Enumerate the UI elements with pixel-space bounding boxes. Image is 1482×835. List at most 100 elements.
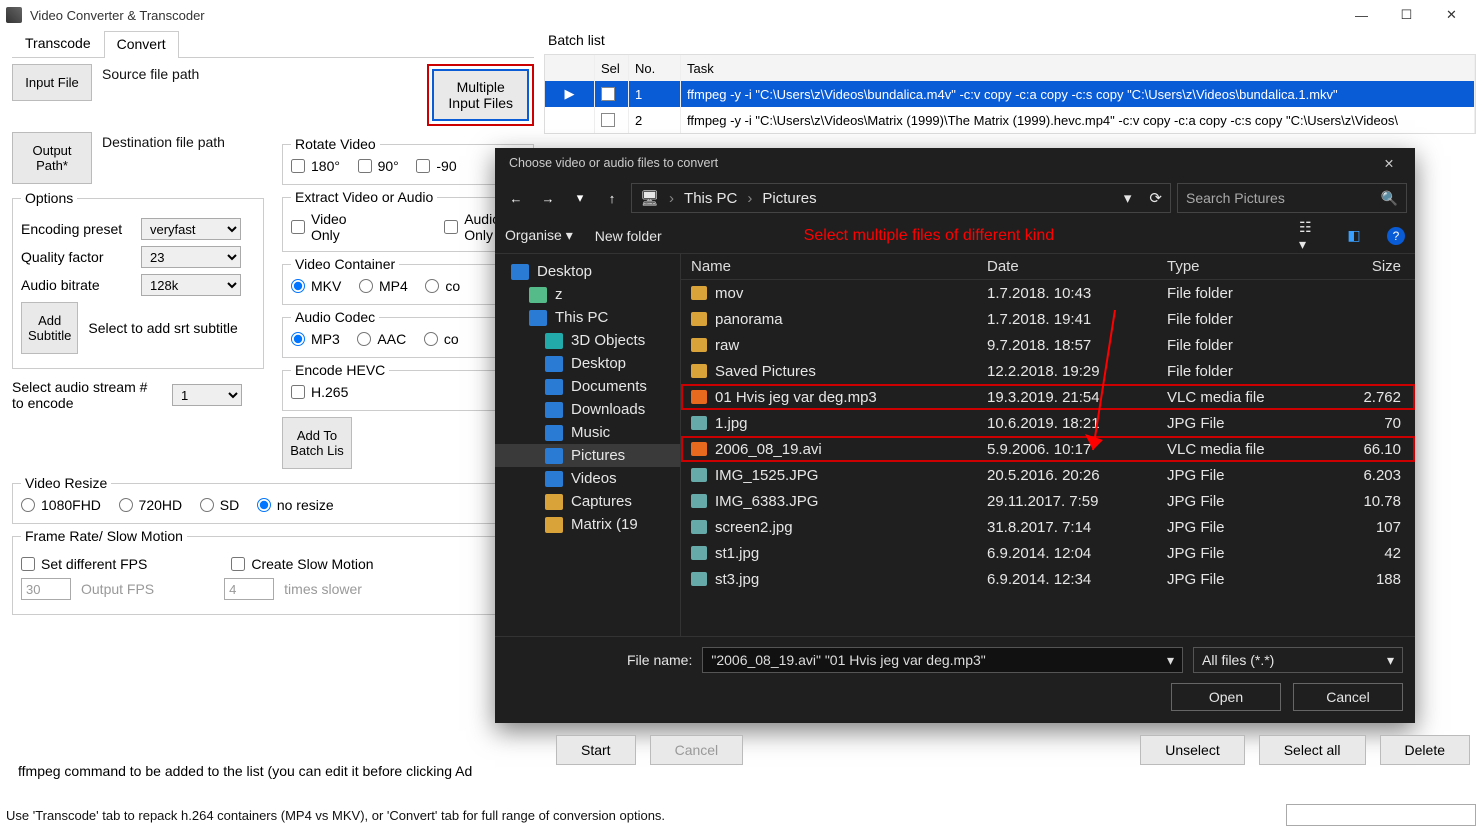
file-row[interactable]: mov1.7.2018. 10:43File folder bbox=[681, 280, 1415, 306]
breadcrumb-leaf[interactable]: Pictures bbox=[762, 190, 816, 207]
video-only-checkbox[interactable]: Video Only bbox=[291, 211, 347, 243]
tree-item[interactable]: Desktop bbox=[495, 260, 680, 283]
create-slow-checkbox[interactable]: Create Slow Motion bbox=[231, 556, 373, 572]
batch-row[interactable]: ▶1ffmpeg -y -i "C:\Users\z\Videos\bundal… bbox=[545, 81, 1475, 107]
resize-720-radio[interactable]: 720HD bbox=[119, 497, 183, 513]
col-task[interactable]: Task bbox=[681, 55, 1475, 81]
file-row[interactable]: raw9.7.2018. 18:57File folder bbox=[681, 332, 1415, 358]
batch-row[interactable]: 2ffmpeg -y -i "C:\Users\z\Videos\Matrix … bbox=[545, 107, 1475, 133]
delete-button[interactable]: Delete bbox=[1380, 735, 1470, 765]
mp3-radio[interactable]: MP3 bbox=[291, 331, 340, 347]
tree-item[interactable]: Matrix (19 bbox=[495, 513, 680, 536]
view-mode-button[interactable]: ☷ ▾ bbox=[1299, 225, 1321, 247]
status-text: Use 'Transcode' tab to repack h.264 cont… bbox=[6, 808, 665, 823]
file-icon bbox=[691, 312, 707, 326]
search-input[interactable]: Search Pictures 🔍 bbox=[1177, 183, 1407, 213]
tab-transcode[interactable]: Transcode bbox=[12, 30, 104, 57]
col-size[interactable]: Size bbox=[1327, 258, 1405, 275]
co-radio[interactable]: co bbox=[425, 278, 460, 294]
file-type-filter[interactable]: All files (*.*)▾ bbox=[1193, 647, 1403, 673]
preview-pane-button[interactable]: ◧ bbox=[1343, 225, 1365, 247]
unselect-button[interactable]: Unselect bbox=[1140, 735, 1244, 765]
add-subtitle-button[interactable]: AddSubtitle bbox=[21, 302, 78, 354]
tree-item[interactable]: Documents bbox=[495, 375, 680, 398]
row-checkbox[interactable] bbox=[601, 113, 615, 127]
mkv-radio[interactable]: MKV bbox=[291, 278, 341, 294]
col-sel[interactable]: Sel bbox=[595, 55, 629, 81]
co2-radio[interactable]: co bbox=[424, 331, 459, 347]
audio-stream-select[interactable]: 1 bbox=[172, 384, 242, 406]
file-row[interactable]: 2006_08_19.avi5.9.2006. 10:17VLC media f… bbox=[681, 436, 1415, 462]
nav-up-button[interactable]: ↑ bbox=[599, 185, 625, 211]
audio-only-checkbox[interactable]: Audio Only bbox=[444, 211, 500, 243]
tree-item[interactable]: Music bbox=[495, 421, 680, 444]
organise-menu[interactable]: Organise ▾ bbox=[505, 227, 573, 244]
file-row[interactable]: 1.jpg10.6.2019. 18:21JPG File70 bbox=[681, 410, 1415, 436]
set-fps-checkbox[interactable]: Set different FPS bbox=[21, 556, 147, 572]
breadcrumb-dropdown-icon[interactable]: ▾ bbox=[1124, 189, 1132, 207]
file-row[interactable]: st3.jpg6.9.2014. 12:34JPG File188 bbox=[681, 566, 1415, 592]
new-folder-button[interactable]: New folder bbox=[595, 228, 662, 244]
file-row[interactable]: IMG_6383.JPG29.11.2017. 7:59JPG File10.7… bbox=[681, 488, 1415, 514]
breadcrumb[interactable]: 🖥 › This PC › Pictures ▾ ⟳ bbox=[631, 183, 1171, 213]
window-title: Video Converter & Transcoder bbox=[30, 8, 1339, 23]
file-name-input[interactable]: "2006_08_19.avi" "01 Hvis jeg var deg.mp… bbox=[702, 647, 1183, 673]
multiple-input-files-button[interactable]: Multiple Input Files bbox=[432, 69, 529, 121]
add-to-batch-button[interactable]: Add ToBatch Lis bbox=[282, 417, 352, 469]
tree-item[interactable]: z bbox=[495, 283, 680, 306]
tree-item[interactable]: Desktop bbox=[495, 352, 680, 375]
tree-item[interactable]: Pictures bbox=[495, 444, 680, 467]
rotate-n90-checkbox[interactable]: -90 bbox=[416, 158, 456, 174]
tree-item[interactable]: This PC bbox=[495, 306, 680, 329]
dialog-close-button[interactable]: ✕ bbox=[1369, 156, 1409, 171]
select-all-button[interactable]: Select all bbox=[1259, 735, 1366, 765]
minimize-button[interactable]: — bbox=[1339, 0, 1384, 30]
cancel-button[interactable]: Cancel bbox=[1293, 683, 1403, 711]
file-row[interactable]: panorama1.7.2018. 19:41File folder bbox=[681, 306, 1415, 332]
file-row[interactable]: Saved Pictures12.2.2018. 19:29File folde… bbox=[681, 358, 1415, 384]
cancel-batch-button[interactable]: Cancel bbox=[650, 735, 744, 765]
file-row[interactable]: screen2.jpg31.8.2017. 7:14JPG File107 bbox=[681, 514, 1415, 540]
resize-none-radio[interactable]: no resize bbox=[257, 497, 334, 513]
row-checkbox[interactable] bbox=[601, 87, 615, 101]
slow-input[interactable] bbox=[224, 578, 274, 600]
tab-convert[interactable]: Convert bbox=[104, 31, 179, 58]
tree-item[interactable]: Videos bbox=[495, 467, 680, 490]
aac-radio[interactable]: AAC bbox=[357, 331, 406, 347]
audio-bitrate-select[interactable]: 128k bbox=[141, 274, 241, 296]
nav-forward-button[interactable]: → bbox=[535, 185, 561, 211]
quality-factor-select[interactable]: 23 bbox=[141, 246, 241, 268]
input-file-button[interactable]: Input File bbox=[12, 64, 92, 101]
output-path-button[interactable]: Output Path* bbox=[12, 132, 92, 184]
folder-icon bbox=[545, 379, 563, 395]
file-row[interactable]: st1.jpg6.9.2014. 12:04JPG File42 bbox=[681, 540, 1415, 566]
resize-1080-radio[interactable]: 1080FHD bbox=[21, 497, 101, 513]
tree-item[interactable]: 3D Objects bbox=[495, 329, 680, 352]
rotate-180-checkbox[interactable]: 180° bbox=[291, 158, 340, 174]
mp4-radio[interactable]: MP4 bbox=[359, 278, 408, 294]
maximize-button[interactable]: ☐ bbox=[1384, 0, 1429, 30]
folder-tree[interactable]: DesktopzThis PC3D ObjectsDesktopDocument… bbox=[495, 254, 681, 636]
col-date[interactable]: Date bbox=[987, 258, 1167, 275]
refresh-icon[interactable]: ⟳ bbox=[1149, 189, 1162, 207]
file-row[interactable]: IMG_1525.JPG20.5.2016. 20:26JPG File6.20… bbox=[681, 462, 1415, 488]
col-no[interactable]: No. bbox=[629, 55, 681, 81]
h265-checkbox[interactable]: H.265 bbox=[291, 384, 348, 400]
col-type[interactable]: Type bbox=[1167, 258, 1327, 275]
status-input[interactable] bbox=[1286, 804, 1476, 826]
resize-sd-radio[interactable]: SD bbox=[200, 497, 239, 513]
tree-item[interactable]: Captures bbox=[495, 490, 680, 513]
encoding-preset-select[interactable]: veryfast bbox=[141, 218, 241, 240]
fps-input[interactable] bbox=[21, 578, 71, 600]
start-button[interactable]: Start bbox=[556, 735, 636, 765]
nav-back-button[interactable]: ← bbox=[503, 185, 529, 211]
breadcrumb-root[interactable]: This PC bbox=[684, 190, 737, 207]
help-icon[interactable]: ? bbox=[1387, 227, 1405, 245]
close-button[interactable]: ✕ bbox=[1429, 0, 1474, 30]
nav-recent-button[interactable]: ▾ bbox=[567, 185, 593, 211]
file-row[interactable]: 01 Hvis jeg var deg.mp319.3.2019. 21:54V… bbox=[681, 384, 1415, 410]
rotate-90-checkbox[interactable]: 90° bbox=[358, 158, 399, 174]
tree-item[interactable]: Downloads bbox=[495, 398, 680, 421]
open-button[interactable]: Open bbox=[1171, 683, 1281, 711]
col-name[interactable]: Name bbox=[691, 258, 987, 275]
